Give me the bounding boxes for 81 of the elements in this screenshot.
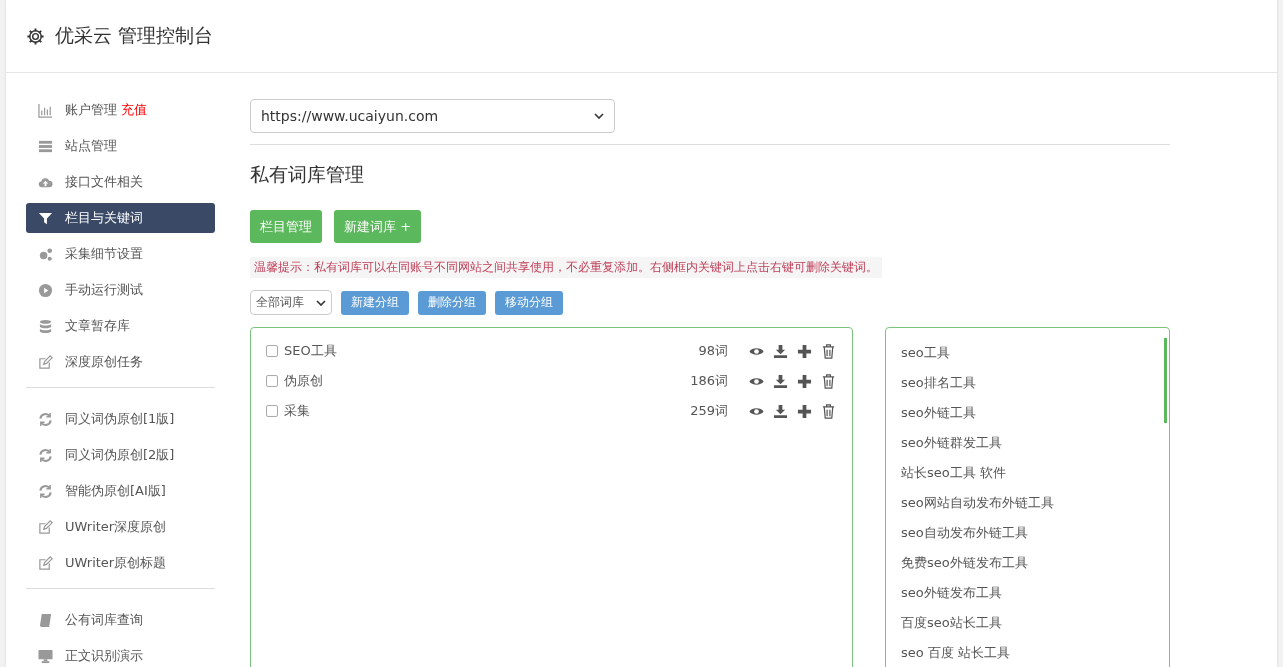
sidebar-item[interactable]: 账户管理 充值 [26, 95, 215, 125]
nav-label: UWriter深度原创 [65, 518, 167, 536]
nav-label: 账户管理 [65, 101, 117, 119]
keyword-item[interactable]: seo外链工具 [886, 398, 1169, 428]
recharge-link[interactable]: 充值 [121, 101, 147, 119]
keyword-item[interactable]: seo网站自动发布外链工具 [886, 488, 1169, 518]
nav-label: 文章暂存库 [65, 317, 130, 335]
sidebar-item[interactable]: 文章暂存库 [26, 311, 215, 341]
download-icon[interactable] [773, 403, 788, 419]
checkbox[interactable] [266, 405, 278, 417]
plus-icon[interactable] [797, 343, 812, 359]
library-name: SEO工具 [284, 342, 337, 360]
nav-label: 手动运行测试 [65, 281, 143, 299]
sidebar-item[interactable]: UWriter原创标题 [26, 548, 215, 578]
chevron-down-icon [594, 113, 604, 119]
gear-icon [26, 26, 45, 46]
keyword-item[interactable]: seo排名工具 [886, 368, 1169, 398]
library-name: 伪原创 [284, 372, 323, 390]
nav-label: 正文识别演示 [65, 647, 143, 665]
download-icon[interactable] [773, 373, 788, 389]
server-icon [38, 138, 53, 154]
edit-icon [38, 555, 53, 571]
nav-label: 接口文件相关 [65, 173, 143, 191]
checkbox[interactable] [266, 375, 278, 387]
sidebar-item[interactable]: 同义词伪原创[1版] [26, 404, 215, 434]
trash-icon[interactable] [821, 373, 836, 389]
sidebar-item[interactable]: 正文识别演示 [26, 641, 215, 667]
nav-label: 深度原创任务 [65, 353, 143, 371]
bar-chart-icon [38, 102, 53, 118]
sidebar-item[interactable]: 接口文件相关 [26, 167, 215, 197]
nav-label: 公有词库查询 [65, 611, 143, 629]
download-icon[interactable] [773, 343, 788, 359]
keyword-item[interactable]: seo自动发布外链工具 [886, 518, 1169, 548]
chevron-down-icon [316, 299, 326, 306]
keyword-item[interactable]: 免费seo外链发布工具 [886, 548, 1169, 578]
checkbox[interactable] [266, 345, 278, 357]
nav-label: 同义词伪原创[1版] [65, 410, 175, 428]
sidebar-item[interactable]: 站点管理 [26, 131, 215, 161]
word-count: 98词 [698, 342, 728, 360]
library-select[interactable]: 全部词库 [250, 290, 332, 315]
keyword-item[interactable]: seo外链发布工具 [886, 578, 1169, 608]
word-count: 259词 [690, 402, 728, 420]
monitor-icon [38, 648, 53, 664]
keyword-item[interactable]: seo 百度 站长工具 [886, 638, 1169, 667]
nav-label: 采集细节设置 [65, 245, 143, 263]
trash-icon[interactable] [821, 403, 836, 419]
tip-text: 温馨提示：私有词库可以在同账号不同网站之间共享使用，不必重复添加。右侧框内关键词上点击右键可删除关键词。 [250, 257, 882, 278]
sidebar-item[interactable]: 手动运行测试 [26, 275, 215, 305]
app-title: 优采云 管理控制台 [55, 23, 214, 48]
nav-label: 同义词伪原创[2版] [65, 446, 175, 464]
sidebar-item[interactable]: 公有词库查询 [26, 605, 215, 635]
nav-label: 智能伪原创[AI版] [65, 482, 166, 500]
keyword-item[interactable]: seo工具 [886, 338, 1169, 368]
nav-label: 栏目与关键词 [65, 209, 143, 227]
keyword-item[interactable]: 百度seo站长工具 [886, 608, 1169, 638]
edit-icon [38, 354, 53, 370]
sidebar-item[interactable]: 深度原创任务 [26, 347, 215, 377]
nav-label: 站点管理 [65, 137, 117, 155]
plus-icon[interactable] [797, 373, 812, 389]
keyword-item[interactable]: 站长seo工具 软件 [886, 458, 1169, 488]
database-icon [38, 318, 53, 334]
scrollbar[interactable] [1164, 338, 1167, 423]
plus-icon[interactable] [797, 403, 812, 419]
word-count: 186词 [690, 372, 728, 390]
nav-label: UWriter原创标题 [65, 554, 167, 572]
keyword-item[interactable]: seo外链群发工具 [886, 428, 1169, 458]
refresh-icon [38, 411, 53, 427]
sidebar-item[interactable]: 同义词伪原创[2版] [26, 440, 215, 470]
play-icon [38, 282, 53, 298]
sidebar-item[interactable]: 栏目与关键词 [26, 203, 215, 233]
filter-icon [38, 210, 53, 226]
section-title: 私有词库管理 [250, 162, 365, 187]
library-name: 采集 [284, 402, 310, 420]
sidebar-item[interactable]: 智能伪原创[AI版] [26, 476, 215, 506]
refresh-icon [38, 447, 53, 463]
sidebar-item[interactable]: UWriter深度原创 [26, 512, 215, 542]
trash-icon[interactable] [821, 343, 836, 359]
refresh-icon [38, 483, 53, 499]
sidebar-item[interactable]: 采集细节设置 [26, 239, 215, 269]
site-select[interactable]: https://www.ucaiyun.com [250, 99, 615, 133]
edit-icon [38, 519, 53, 535]
